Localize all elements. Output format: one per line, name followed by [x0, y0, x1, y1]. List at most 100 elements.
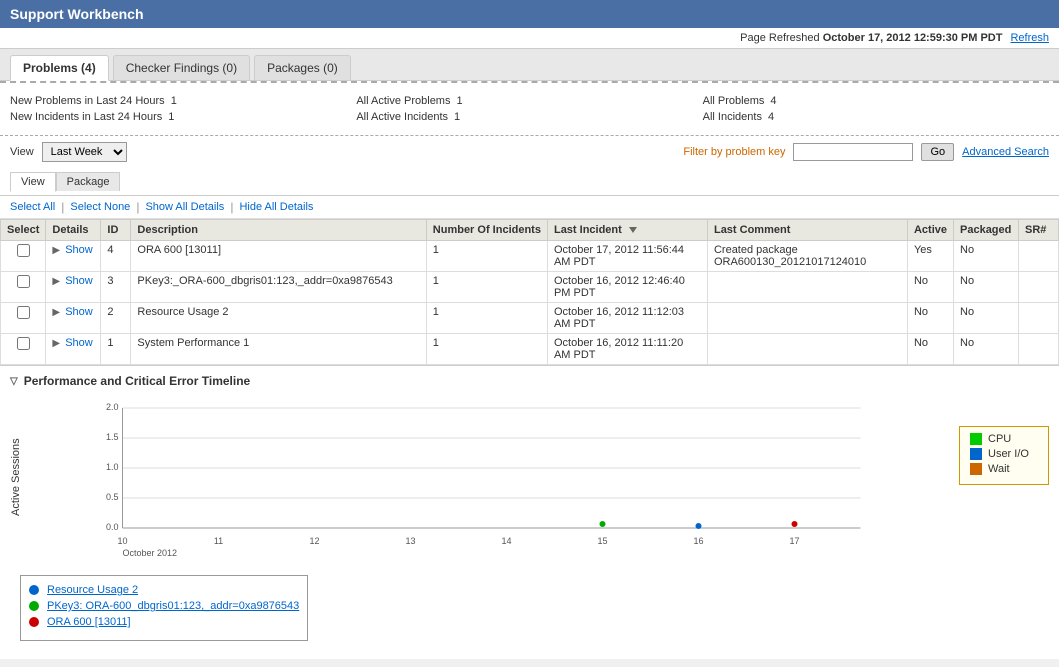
show-link[interactable]: Show	[65, 275, 93, 287]
row-last-comment	[707, 303, 907, 334]
show-link[interactable]: Show	[65, 337, 93, 349]
tab-checker[interactable]: Checker Findings (0)	[113, 55, 250, 80]
row-checkbox-cell	[1, 334, 46, 365]
row-last-comment: Created package ORA600130_20121017124010	[707, 241, 907, 272]
row-sr	[1019, 272, 1059, 303]
row-details-cell: ▶ Show	[46, 303, 101, 334]
summary-row-1: New Problems in Last 24 Hours 1	[10, 95, 356, 107]
chart-y-label: Active Sessions	[10, 396, 22, 559]
th-details: Details	[46, 220, 101, 241]
row-sr	[1019, 334, 1059, 365]
summary-row-2: New Incidents in Last 24 Hours 1	[10, 111, 356, 123]
incident-link-2[interactable]: PKey3: ORA-600_dbgris01:123,_addr=0xa987…	[47, 600, 299, 612]
th-incidents[interactable]: Number Of Incidents	[426, 220, 547, 241]
active-incidents-value: 1	[454, 111, 460, 123]
go-button[interactable]: Go	[921, 143, 954, 161]
summary-col-2: All Active Problems 1 All Active Inciden…	[356, 95, 702, 127]
tab-packages[interactable]: Packages (0)	[254, 55, 351, 80]
row-packaged: No	[954, 241, 1019, 272]
view-tab-view[interactable]: View	[10, 172, 56, 192]
top-bar: Page Refreshed October 17, 2012 12:59:30…	[0, 28, 1059, 49]
tab-problems[interactable]: Problems (4)	[10, 55, 109, 81]
refresh-time: October 17, 2012 12:59:30 PM PDT	[823, 32, 1003, 44]
expand-icon: ▶	[52, 338, 60, 349]
svg-text:14: 14	[501, 536, 511, 546]
timeline-header[interactable]: ▽ Performance and Critical Error Timelin…	[10, 374, 1049, 388]
summary-col-3: All Problems 4 All Incidents 4	[703, 95, 1049, 127]
row-checkbox[interactable]	[17, 244, 30, 257]
app-title: Support Workbench	[10, 6, 144, 22]
row-last-comment	[707, 334, 907, 365]
timeline-section: ▽ Performance and Critical Error Timelin…	[0, 365, 1059, 567]
row-active: No	[907, 272, 953, 303]
active-incidents-label: All Active Incidents	[356, 111, 448, 123]
problems-table-container: Select Details ID Description Number Of …	[0, 219, 1059, 365]
th-last-incident[interactable]: Last Incident	[547, 220, 707, 241]
sep-3: |	[230, 200, 233, 214]
select-all-link[interactable]: Select All	[10, 201, 55, 213]
new-problems-label: New Problems in Last 24 Hours	[10, 95, 165, 107]
advanced-search-link[interactable]: Advanced Search	[962, 146, 1049, 158]
row-checkbox[interactable]	[17, 337, 30, 350]
show-all-details-link[interactable]: Show All Details	[145, 201, 224, 213]
userio-label: User I/O	[988, 448, 1029, 460]
th-active: Active	[907, 220, 953, 241]
active-problems-value: 1	[456, 95, 462, 107]
table-row: ▶ Show 2 Resource Usage 2 1 October 16, …	[1, 303, 1059, 334]
legend-wait: Wait	[970, 463, 1038, 475]
incident-link-1[interactable]: Resource Usage 2	[47, 584, 138, 596]
row-incidents: 1	[426, 303, 547, 334]
cpu-color-swatch	[970, 433, 982, 445]
dashed-separator	[0, 81, 1059, 83]
svg-text:1.0: 1.0	[106, 462, 119, 472]
all-problems-value: 4	[770, 95, 776, 107]
svg-text:12: 12	[309, 536, 319, 546]
select-none-link[interactable]: Select None	[70, 201, 130, 213]
svg-text:0.5: 0.5	[106, 492, 119, 502]
summary-row-6: All Incidents 4	[703, 111, 1049, 123]
main-content: Problems (4) Checker Findings (0) Packag…	[0, 49, 1059, 659]
th-description[interactable]: Description	[131, 220, 426, 241]
row-last-incident: October 16, 2012 12:46:40 PM PDT	[547, 272, 707, 303]
chart-area: Active Sessions 2.0 1.5 1.0 0.5 0.0	[10, 396, 1049, 559]
view-select[interactable]: Last Week Last Day Last Month All	[42, 142, 127, 162]
refresh-link[interactable]: Refresh	[1010, 32, 1049, 44]
view-tab-package[interactable]: Package	[56, 172, 121, 191]
row-last-incident: October 16, 2012 11:11:20 AM PDT	[547, 334, 707, 365]
row-details-cell: ▶ Show	[46, 241, 101, 272]
legend-cpu: CPU	[970, 433, 1038, 445]
chart-main: 2.0 1.5 1.0 0.5 0.0	[32, 396, 949, 559]
sep-2: |	[136, 200, 139, 214]
show-link[interactable]: Show	[65, 244, 93, 256]
action-bar: Select All | Select None | Show All Deta…	[0, 196, 1059, 219]
table-row: ▶ Show 1 System Performance 1 1 October …	[1, 334, 1059, 365]
row-id: 1	[101, 334, 131, 365]
filter-input[interactable]	[793, 143, 913, 161]
row-checkbox[interactable]	[17, 306, 30, 319]
show-link[interactable]: Show	[65, 306, 93, 318]
new-incidents-label: New Incidents in Last 24 Hours	[10, 111, 162, 123]
all-incidents-value: 4	[768, 111, 774, 123]
view-pkg-tabs: View Package	[0, 168, 1059, 196]
row-incidents: 1	[426, 241, 547, 272]
table-row: ▶ Show 3 PKey3:_ORA-600_dbgris01:123,_ad…	[1, 272, 1059, 303]
incident-item-2: PKey3: ORA-600_dbgris01:123,_addr=0xa987…	[29, 600, 299, 612]
row-checkbox-cell	[1, 303, 46, 334]
summary-row-3: All Active Problems 1	[356, 95, 702, 107]
view-label: View	[10, 146, 34, 158]
new-incidents-value: 1	[168, 111, 174, 123]
svg-text:0.0: 0.0	[106, 522, 119, 532]
row-checkbox[interactable]	[17, 275, 30, 288]
new-problems-value: 1	[171, 95, 177, 107]
summary-section: New Problems in Last 24 Hours 1 New Inci…	[0, 87, 1059, 136]
table-row: ▶ Show 4 ORA 600 [13011] 1 October 17, 2…	[1, 241, 1059, 272]
chart-svg: 2.0 1.5 1.0 0.5 0.0	[32, 396, 949, 556]
incident-dot-3	[29, 617, 39, 627]
problems-table: Select Details ID Description Number Of …	[0, 219, 1059, 365]
incident-link-3[interactable]: ORA 600 [13011]	[47, 616, 131, 628]
incident-dot-1	[29, 585, 39, 595]
row-incidents: 1	[426, 334, 547, 365]
hide-all-details-link[interactable]: Hide All Details	[239, 201, 313, 213]
svg-text:1.5: 1.5	[106, 432, 119, 442]
svg-text:15: 15	[597, 536, 607, 546]
